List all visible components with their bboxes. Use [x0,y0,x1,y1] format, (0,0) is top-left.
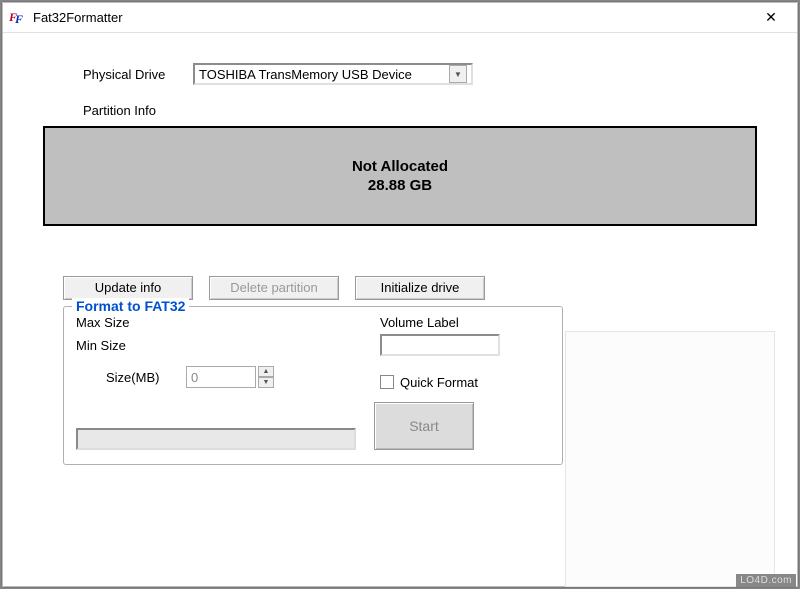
partition-size: 28.88 GB [368,177,432,194]
volume-label-text: Volume Label [380,315,550,330]
drive-row: Physical Drive TOSHIBA TransMemory USB D… [83,63,777,85]
partition-status: Not Allocated [352,158,448,175]
partition-display[interactable]: Not Allocated 28.88 GB [43,126,757,226]
quick-format-row: Quick Format [380,375,550,390]
action-buttons-row: Update info Delete partition Initialize … [63,276,777,300]
size-row: Size(MB) 0 ▲ ▼ [106,366,380,388]
bottom-row: Start [76,402,550,450]
app-window: F Fat32Formatter ✕ Physical Drive TOSHIB… [2,2,798,587]
watermark: LO4D.com [736,574,796,587]
drive-combobox[interactable]: TOSHIBA TransMemory USB Device ▼ [193,63,473,85]
spinner-down-icon[interactable]: ▼ [258,377,274,388]
app-icon: F [9,9,27,27]
window-title: Fat32Formatter [33,10,751,25]
update-info-button[interactable]: Update info [63,276,193,300]
side-panel [565,331,775,587]
size-mb-label: Size(MB) [106,370,186,385]
size-spinner[interactable]: ▲ ▼ [258,366,274,388]
maxsize-label: Max Size [76,315,380,330]
spinner-up-icon[interactable]: ▲ [258,366,274,377]
format-groupbox: Format to FAT32 Max Size Volume Label Mi… [63,306,563,465]
progress-bar [76,428,356,450]
size-mb-input[interactable]: 0 [186,366,256,388]
client-area: Physical Drive TOSHIBA TransMemory USB D… [3,33,797,586]
titlebar: F Fat32Formatter ✕ [3,3,797,33]
minsize-label: Min Size [76,338,380,353]
delete-partition-button[interactable]: Delete partition [209,276,339,300]
quick-format-label: Quick Format [400,375,478,390]
chevron-down-icon[interactable]: ▼ [449,65,467,83]
partition-info-label: Partition Info [83,103,777,118]
close-button[interactable]: ✕ [751,4,791,32]
initialize-drive-button[interactable]: Initialize drive [355,276,485,300]
quick-format-checkbox[interactable] [380,375,394,389]
start-button[interactable]: Start [374,402,474,450]
drive-label: Physical Drive [83,67,193,82]
drive-selected-text: TOSHIBA TransMemory USB Device [199,67,449,82]
volume-label-input[interactable] [380,334,500,356]
groupbox-title: Format to FAT32 [72,298,189,314]
